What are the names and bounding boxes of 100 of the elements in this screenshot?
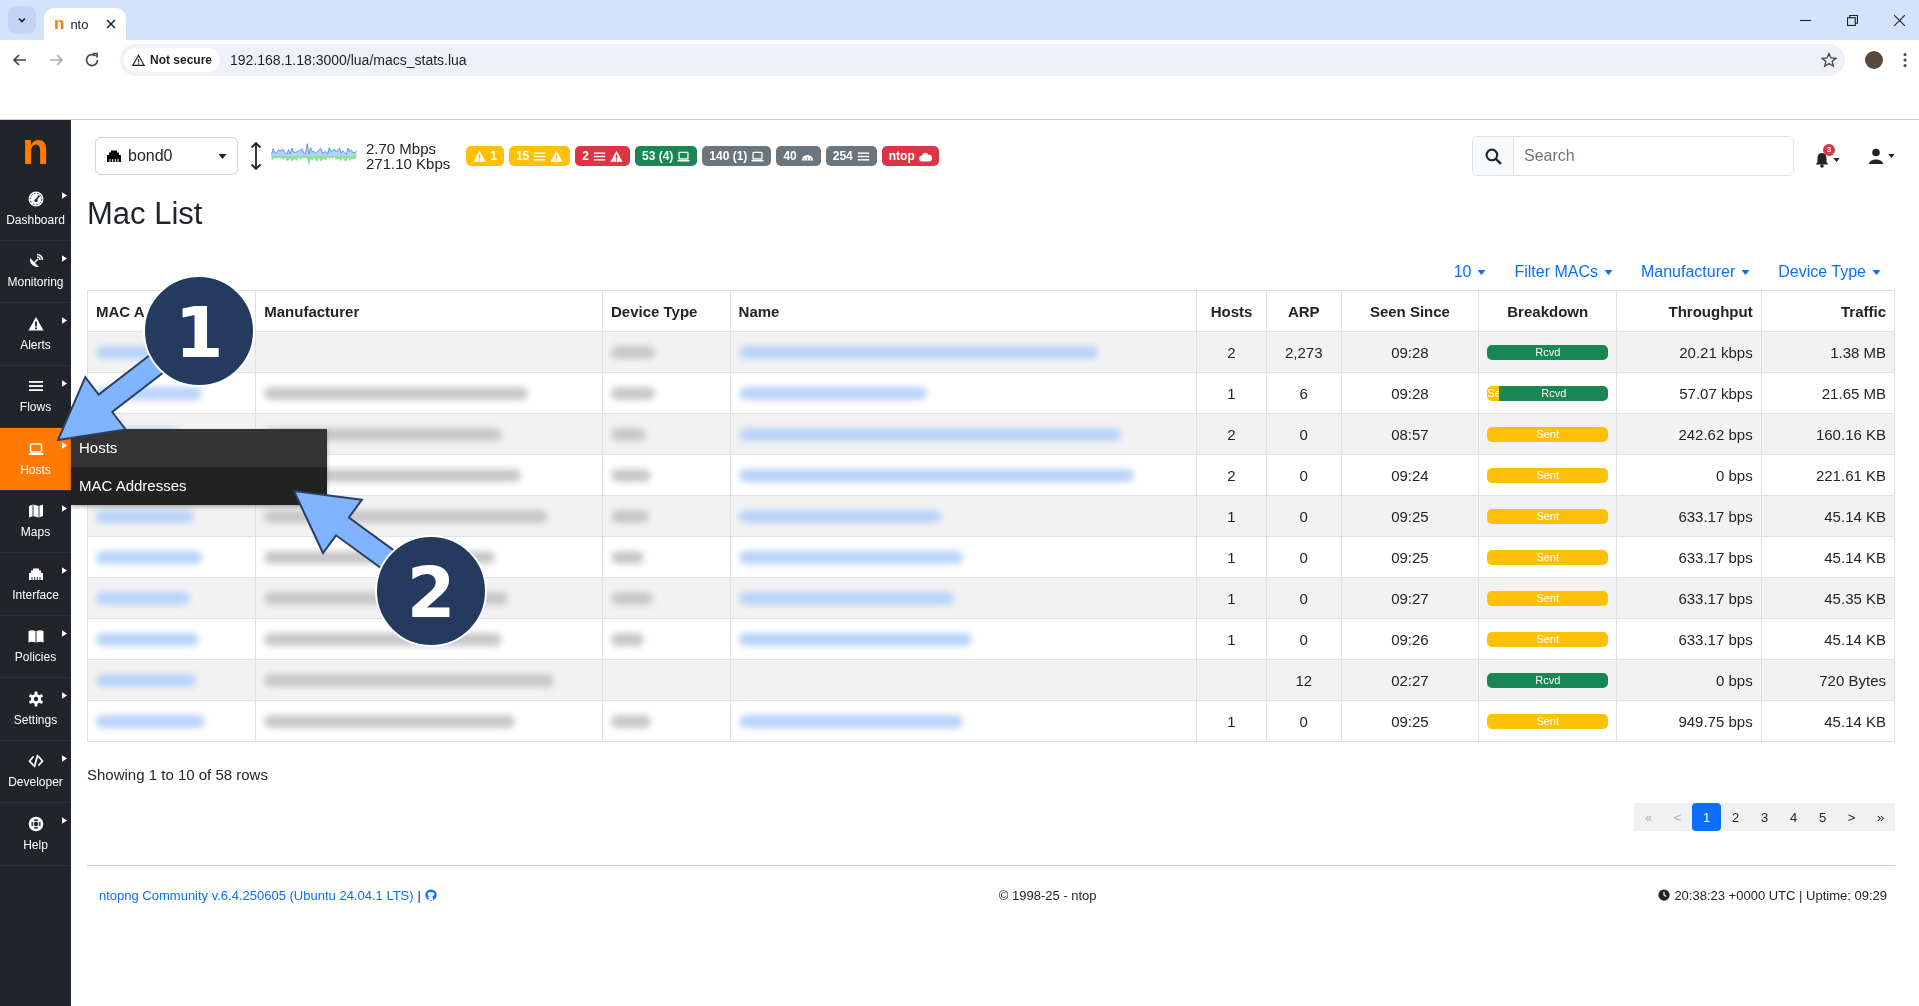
caret-icon	[1833, 158, 1840, 162]
logo[interactable]: n	[0, 120, 71, 178]
close-icon[interactable]	[106, 19, 116, 29]
blurred-text	[610, 345, 656, 359]
page-button[interactable]: 2	[1721, 803, 1750, 831]
status-badge[interactable]: 53 (4)	[635, 146, 698, 166]
browser-tab[interactable]: n nto	[44, 8, 126, 40]
blurred-text	[610, 468, 651, 482]
breakdown-segment: Sent	[1487, 467, 1609, 483]
breakdown-segment: Rcvd	[1487, 344, 1609, 360]
table-cell: 0 bps	[1715, 466, 1753, 484]
caret-icon	[62, 379, 67, 387]
caret-icon	[218, 153, 227, 159]
profile-avatar[interactable]	[1865, 51, 1883, 69]
sidebar-item[interactable]: Maps	[0, 490, 71, 553]
table-cell: 633.17 bps	[1678, 589, 1753, 607]
blurred-text	[610, 550, 645, 564]
filter-dropdown[interactable]: 10	[1453, 261, 1487, 283]
search-field[interactable]: Search	[1472, 136, 1794, 176]
sidebar-item[interactable]: Policies	[0, 615, 71, 678]
download-speed: 271.10 Kbps	[366, 156, 451, 171]
table-cell: 08:57	[1391, 425, 1429, 443]
column-header[interactable]: MAC A	[96, 302, 145, 320]
restore-icon[interactable]	[1847, 14, 1858, 26]
close-icon[interactable]	[1894, 14, 1905, 26]
table-cell: 02:27	[1391, 671, 1429, 689]
satellite-dish-icon	[27, 253, 44, 270]
table-cell: 57.07 kbps	[1679, 384, 1753, 402]
list-icon	[533, 149, 547, 163]
separator-text: |	[417, 887, 421, 903]
step-number-badge: 1	[143, 275, 255, 387]
url-text: 192.168.1.18:3000/lua/macs_stats.lua	[230, 52, 467, 68]
table-cell: 6	[1299, 384, 1308, 402]
column-header[interactable]: ARP	[1287, 302, 1320, 320]
github-icon[interactable]	[425, 889, 437, 901]
page-button[interactable]: 1	[1692, 803, 1721, 831]
filter-dropdown[interactable]: Device Type	[1778, 261, 1881, 283]
menu-item[interactable]: Hosts	[71, 429, 327, 467]
column-header[interactable]: Manufacturer	[264, 302, 360, 320]
filter-dropdown[interactable]: Filter MACs	[1514, 261, 1613, 283]
table-cell: 221.61 KB	[1815, 466, 1886, 484]
menu-item[interactable]: MAC Addresses	[71, 467, 327, 505]
warning-icon	[473, 149, 487, 163]
sidebar-item[interactable]: Monitoring	[0, 240, 71, 303]
table-cell: 1	[1227, 589, 1236, 607]
status-badge[interactable]: 40	[776, 146, 821, 166]
caret-icon	[62, 504, 67, 512]
sidebar-item[interactable]: Settings	[0, 678, 71, 741]
security-chip[interactable]: Not secure	[124, 48, 221, 72]
status-badge[interactable]: 2	[575, 146, 630, 166]
column-header[interactable]: Traffic	[1841, 302, 1886, 320]
reload-icon[interactable]	[84, 52, 100, 68]
table-cell: 1	[1227, 548, 1236, 566]
table-cell: 1	[1227, 507, 1236, 525]
table-cell: 09:26	[1391, 630, 1429, 648]
page-button[interactable]: 4	[1779, 803, 1808, 831]
star-icon[interactable]	[1821, 52, 1837, 68]
sidebar-item[interactable]: Alerts	[0, 303, 71, 366]
status-badge[interactable]: 140 (1)	[702, 146, 772, 166]
sidebar-item[interactable]: Help	[0, 803, 71, 866]
table-cell: 633.17 bps	[1678, 630, 1753, 648]
warning-icon	[27, 315, 44, 332]
address-bar[interactable]: Not secure 192.168.1.18:3000/lua/macs_stats.lua	[120, 44, 1845, 76]
filter-dropdown[interactable]: Manufacturer	[1641, 261, 1751, 283]
column-header[interactable]: Name	[738, 302, 780, 320]
page-button[interactable]: 5	[1808, 803, 1837, 831]
page-button[interactable]: »	[1866, 803, 1895, 831]
version-link[interactable]: ntopng Community v.6.4.250605 (Ubuntu 24.04.1 LTS)	[99, 887, 414, 903]
table-cell: 949.75 bps	[1678, 712, 1753, 730]
laptop-icon	[677, 149, 691, 163]
table-cell: 0	[1299, 712, 1308, 730]
clock-icon	[1658, 889, 1671, 901]
page-button[interactable]: >	[1837, 803, 1866, 831]
warning-icon	[132, 53, 145, 67]
back-icon[interactable]	[12, 52, 28, 68]
table-cell: 1.38 MB	[1830, 343, 1886, 361]
page-button[interactable]: 3	[1750, 803, 1779, 831]
table-cell: 0	[1299, 425, 1308, 443]
table-cell: 09:25	[1391, 507, 1429, 525]
user-menu-button[interactable]	[1868, 148, 1895, 164]
more-icon[interactable]	[1903, 52, 1907, 68]
table-cell: 0	[1299, 466, 1308, 484]
notifications-button[interactable]: 3	[1810, 144, 1840, 168]
blurred-text	[610, 386, 656, 400]
table-cell: 09:25	[1391, 548, 1429, 566]
sidebar-item[interactable]: Interface	[0, 553, 71, 616]
interface-select[interactable]: bond0	[95, 137, 238, 175]
table-cell: 2,273	[1285, 343, 1323, 361]
clock-text: 20:38:23 +0000 UTC | Uptime: 09:29	[1674, 887, 1887, 903]
sidebar-item[interactable]: Dashboard	[0, 178, 71, 241]
table-cell: 242.62 bps	[1678, 425, 1753, 443]
blurred-text	[610, 632, 645, 646]
status-badge[interactable]: ntop	[881, 146, 939, 166]
table-cell: 0	[1299, 507, 1308, 525]
map-icon	[27, 503, 44, 520]
table-cell: 45.14 KB	[1824, 630, 1886, 648]
table-cell: 45.14 KB	[1824, 712, 1886, 730]
status-badge[interactable]: 254	[825, 146, 877, 166]
sidebar-item[interactable]: Developer	[0, 740, 71, 803]
table-cell: 45.35 KB	[1824, 589, 1886, 607]
